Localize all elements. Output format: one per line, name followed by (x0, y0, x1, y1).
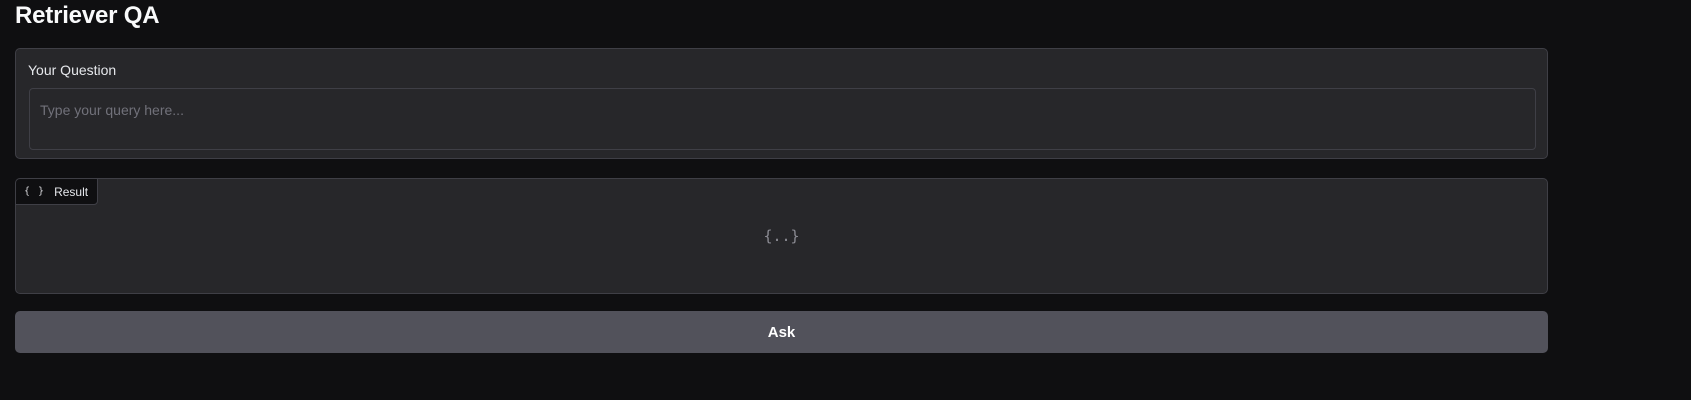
question-label: Your Question (28, 62, 117, 78)
app-page: Retriever QA Your Question { } Result {.… (0, 0, 1691, 400)
result-tab: { } Result (16, 179, 99, 205)
ask-button[interactable]: Ask (15, 311, 1548, 353)
result-label: Result (54, 184, 89, 199)
question-panel: Your Question (15, 48, 1548, 159)
question-input[interactable] (29, 88, 1536, 150)
page-title: Retriever QA (15, 2, 160, 29)
braces-icon: { } (24, 186, 46, 197)
result-empty-placeholder: {..} (763, 227, 800, 245)
result-panel: { } Result {..} (15, 178, 1548, 294)
